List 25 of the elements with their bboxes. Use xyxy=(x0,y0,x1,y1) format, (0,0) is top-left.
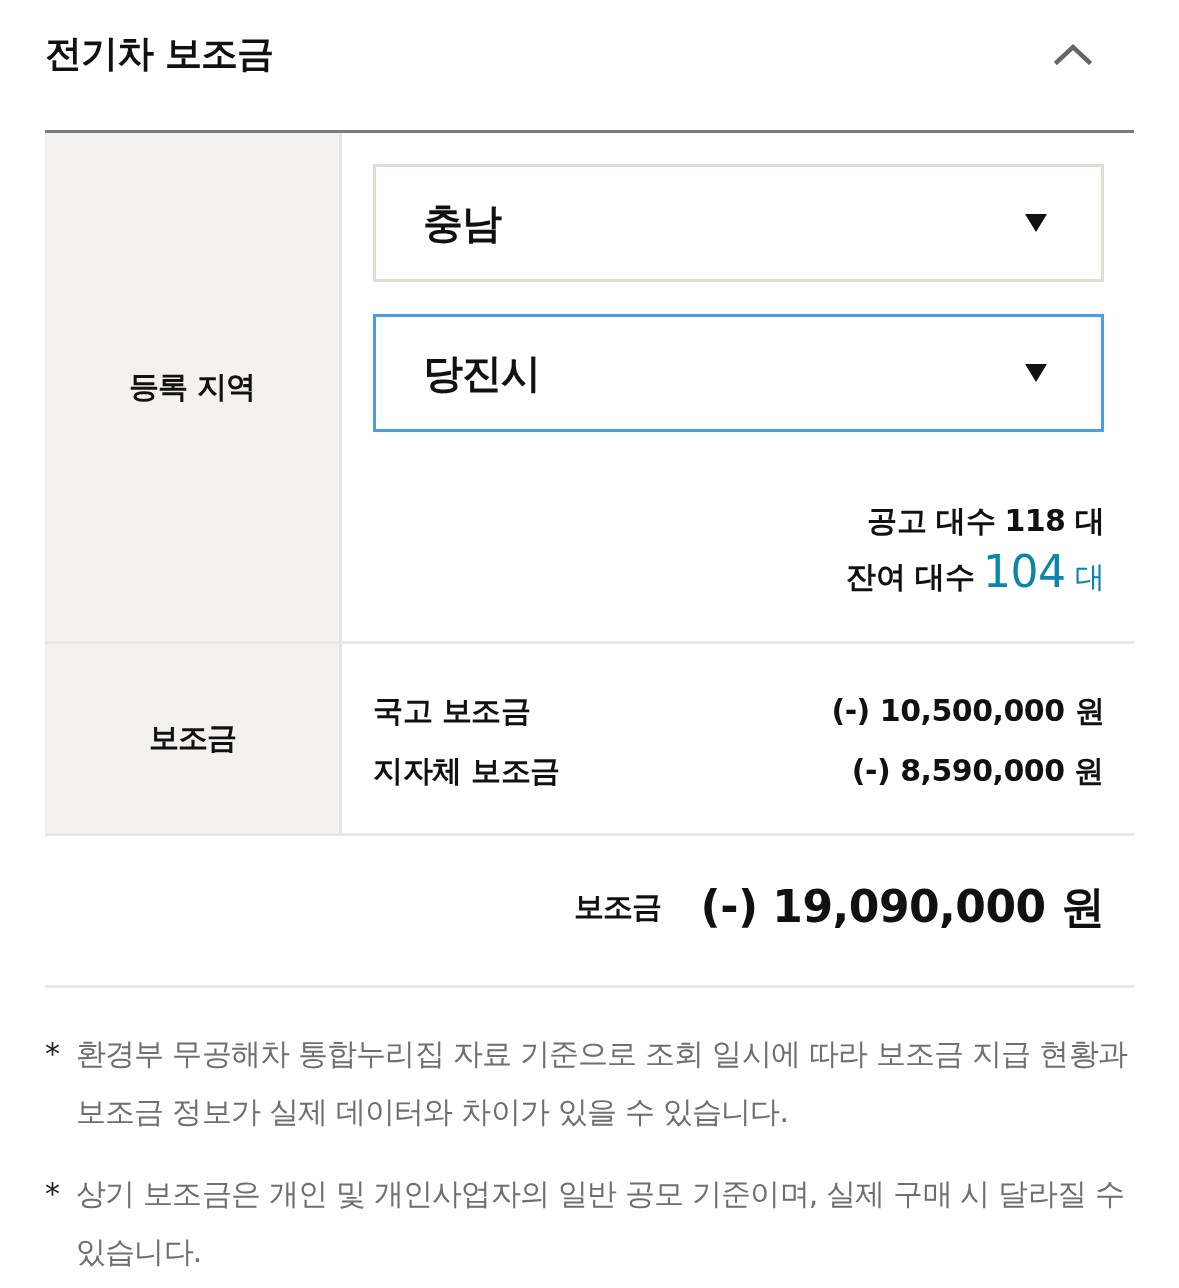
caret-icon xyxy=(1025,364,1047,382)
count-value: 118 xyxy=(1004,502,1066,540)
note-marker: * xyxy=(45,1175,61,1213)
count-label: 공고 대수 xyxy=(867,502,996,540)
section-title: 전기차 보조금 xyxy=(45,31,273,77)
total-amount: (-) 19,090,000 원 xyxy=(700,880,1104,934)
total-label: 보조금 xyxy=(573,888,661,926)
collapse-button[interactable] xyxy=(1054,43,1092,65)
caret-icon xyxy=(1025,214,1047,232)
subsidy-name: 국고 보조금 xyxy=(373,691,531,730)
subsidy-name: 지자체 보조금 xyxy=(373,751,560,790)
row-header: 보조금 xyxy=(45,644,342,833)
row-header: 등록 지역 xyxy=(45,133,342,641)
subsidy-amount: (-) 10,500,000 원 xyxy=(831,691,1104,730)
chevron-up-icon xyxy=(1054,43,1092,65)
region-select[interactable]: 당진시 xyxy=(373,314,1104,432)
subsidy-amount: (-) 8,590,000 원 xyxy=(851,751,1104,790)
note-text: 환경부 무공해차 통합누리집 자료 기준으로 조회 일시에 따라 보조금 지급 현황과 보조금 정보가 실제 데이터와 차이가 있을 수 있습니다. xyxy=(76,1035,1129,1131)
note-text: 상기 보조금은 개인 및 개인사업자의 일반 공모 기준이며, 실제 구매 시 달라질 수 있습니다. xyxy=(76,1175,1125,1271)
note-marker: * xyxy=(45,1035,61,1073)
region-select[interactable]: 충남 xyxy=(373,164,1104,282)
count-label: 잔여 대수 xyxy=(846,558,974,596)
count-unit: 대 xyxy=(1074,502,1104,540)
count-value: 104 xyxy=(983,545,1066,599)
count-unit: 대 xyxy=(1074,558,1104,596)
